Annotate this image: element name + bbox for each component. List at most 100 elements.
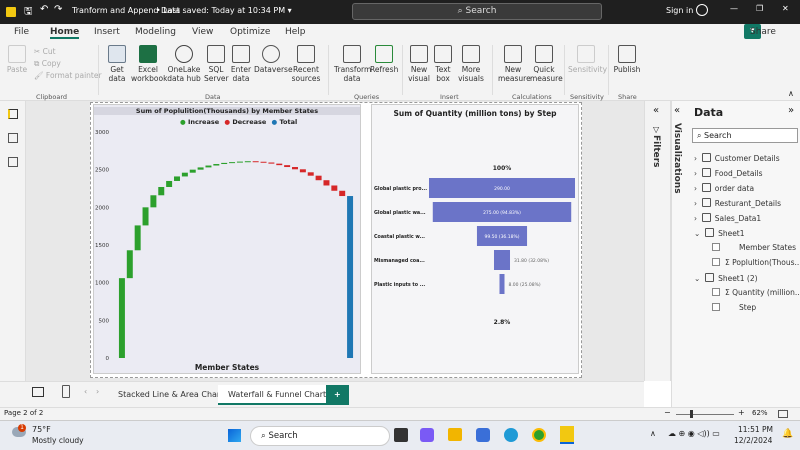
store-icon[interactable] <box>476 428 490 442</box>
zoom-in-icon[interactable]: + <box>738 408 745 417</box>
dataverse-button[interactable]: Dataverse <box>254 45 293 74</box>
copilot-icon[interactable] <box>420 428 434 442</box>
checkbox[interactable] <box>712 303 720 311</box>
table-resturant-details[interactable]: › Resturant_Details <box>694 198 781 208</box>
new-visual-button[interactable]: New visual <box>406 45 432 83</box>
waterfall-bar-decrease[interactable] <box>323 180 330 186</box>
task-view-icon[interactable] <box>394 428 408 442</box>
sign-in-link[interactable]: Sign in <box>666 6 693 15</box>
waterfall-bar-decrease[interactable] <box>315 175 322 181</box>
enter-data-button[interactable]: Enter data <box>230 45 252 83</box>
format-painter-button[interactable]: 🖌 Format painter <box>34 70 102 82</box>
waterfall-bar-increase[interactable] <box>181 172 188 177</box>
waterfall-bar-increase[interactable] <box>205 165 212 168</box>
search-box[interactable]: ⌕ Search <box>352 3 602 20</box>
minimize-icon[interactable]: — <box>730 4 738 13</box>
recent-sources-button[interactable]: Recent sources <box>290 45 322 83</box>
chrome-icon[interactable] <box>532 428 546 442</box>
mobile-layout-icon[interactable] <box>62 385 70 398</box>
visualizations-label[interactable]: Visualizations <box>672 123 682 194</box>
restore-icon[interactable]: ❐ <box>756 4 763 13</box>
table-view-icon[interactable] <box>8 133 18 143</box>
powerbi-taskbar-icon[interactable] <box>560 426 574 444</box>
collapse-ribbon-icon[interactable]: ∧ <box>788 89 794 98</box>
save-icon[interactable]: 🖫 <box>24 4 33 21</box>
data-search-input[interactable]: ⌕ Search <box>692 128 798 143</box>
more-visuals-button[interactable]: More visuals <box>456 45 486 83</box>
taskbar-search[interactable]: ⌕ Search <box>250 426 390 446</box>
waterfall-bar-increase[interactable] <box>134 225 141 251</box>
sensitivity-button[interactable]: Sensitivity <box>568 45 607 74</box>
tray-icons[interactable]: ☁ ⊕ ◉ ◁)) ▭ <box>668 429 720 438</box>
collapse-vis-icon[interactable]: « <box>674 105 680 116</box>
table-food-details[interactable]: › Food_Details <box>694 168 763 178</box>
table-customer-details[interactable]: › Customer Details <box>694 153 780 163</box>
close-icon[interactable]: ✕ <box>782 4 789 13</box>
waterfall-visual[interactable]: Sum of Poplulition(Thousands) by Member … <box>93 104 361 374</box>
waterfall-bar-increase[interactable] <box>229 162 236 164</box>
waterfall-bar-increase[interactable] <box>221 162 228 165</box>
field-member-states[interactable]: Member States <box>712 243 796 252</box>
checkbox[interactable] <box>712 243 720 251</box>
funnel-visual[interactable]: Sum of Quantity (million tons) by Step 1… <box>371 104 579 374</box>
waterfall-bar-decrease[interactable] <box>331 185 338 191</box>
redo-icon[interactable]: ↷ <box>54 4 62 15</box>
cut-button[interactable]: ✂ Cut <box>34 46 102 58</box>
table-sheet1[interactable]: ⌄ Sheet1 <box>694 228 745 238</box>
table-sheet1-2[interactable]: ⌄ Sheet1 (2) <box>694 273 758 283</box>
waterfall-bar-increase[interactable] <box>244 161 251 163</box>
refresh-button[interactable]: Refresh <box>370 45 398 74</box>
waterfall-bar-decrease[interactable] <box>299 169 306 173</box>
visualizations-pane-collapsed[interactable]: « ▽ Filters <box>644 101 670 381</box>
zoom-handle[interactable] <box>690 410 693 418</box>
publish-button[interactable]: Publish <box>612 45 642 74</box>
waterfall-bar-increase[interactable] <box>150 195 157 208</box>
chevron-up-icon[interactable]: ∧ <box>650 429 656 438</box>
prev-page-icon[interactable]: ‹ <box>84 387 87 396</box>
table-order-data[interactable]: › order data <box>694 183 754 193</box>
desktop-layout-icon[interactable] <box>32 387 44 397</box>
filters-label[interactable]: Filters <box>651 135 661 168</box>
model-view-icon[interactable] <box>8 157 18 167</box>
add-page-button[interactable]: + <box>326 385 349 405</box>
checkbox[interactable] <box>712 288 720 296</box>
new-measure-button[interactable]: New measure <box>498 45 531 83</box>
menu-view[interactable]: View <box>192 27 213 37</box>
waterfall-bar-decrease[interactable] <box>276 163 283 166</box>
onelake-button[interactable]: OneLake data hub <box>166 45 202 83</box>
menu-insert[interactable]: Insert <box>94 27 120 37</box>
file-explorer-icon[interactable] <box>448 428 462 441</box>
copy-button[interactable]: ⧉ Copy <box>34 58 102 70</box>
collapse-arrows-icon[interactable]: « <box>653 105 659 116</box>
zoom-slider[interactable] <box>676 414 734 415</box>
field-population[interactable]: Σ Poplultion(Thous... <box>712 258 800 267</box>
menu-optimize[interactable]: Optimize <box>230 27 270 37</box>
waterfall-bar-increase[interactable] <box>166 180 173 187</box>
waterfall-bar-increase[interactable] <box>189 169 196 173</box>
waterfall-bar-decrease[interactable] <box>268 162 275 164</box>
waterfall-bar-increase[interactable] <box>126 250 133 279</box>
waterfall-bar-increase[interactable] <box>142 207 149 226</box>
waterfall-bar-increase[interactable] <box>174 176 180 181</box>
table-sales-data1[interactable]: › Sales_Data1 <box>694 213 761 223</box>
waterfall-bar-increase[interactable] <box>158 186 165 196</box>
transform-data-button[interactable]: Transform data <box>334 45 371 83</box>
edge-icon[interactable] <box>504 428 518 442</box>
funnel-bar[interactable] <box>499 274 505 294</box>
waterfall-bar-decrease[interactable] <box>292 167 298 170</box>
windows-start-icon[interactable] <box>228 429 241 442</box>
avatar[interactable] <box>696 4 708 16</box>
excel-button[interactable]: Excel workbook <box>131 45 167 83</box>
quick-measure-button[interactable]: Quick measure <box>530 45 563 83</box>
zoom-out-icon[interactable]: − <box>664 408 671 417</box>
waterfall-bar-increase[interactable] <box>236 161 243 163</box>
waterfall-bar-increase[interactable] <box>118 278 125 358</box>
notification-bell-icon[interactable]: 🔔 <box>782 429 793 439</box>
undo-icon[interactable]: ↶ <box>40 4 48 15</box>
get-data-button[interactable]: Get data <box>104 45 130 83</box>
waterfall-bar-increase[interactable] <box>197 167 204 170</box>
tab-stacked-line-area[interactable]: Stacked Line & Area Chart <box>108 385 233 405</box>
waterfall-bar-total[interactable] <box>347 196 354 358</box>
field-quantity[interactable]: Σ Quantity (million... <box>712 288 800 297</box>
waterfall-bar-decrease[interactable] <box>284 165 291 168</box>
